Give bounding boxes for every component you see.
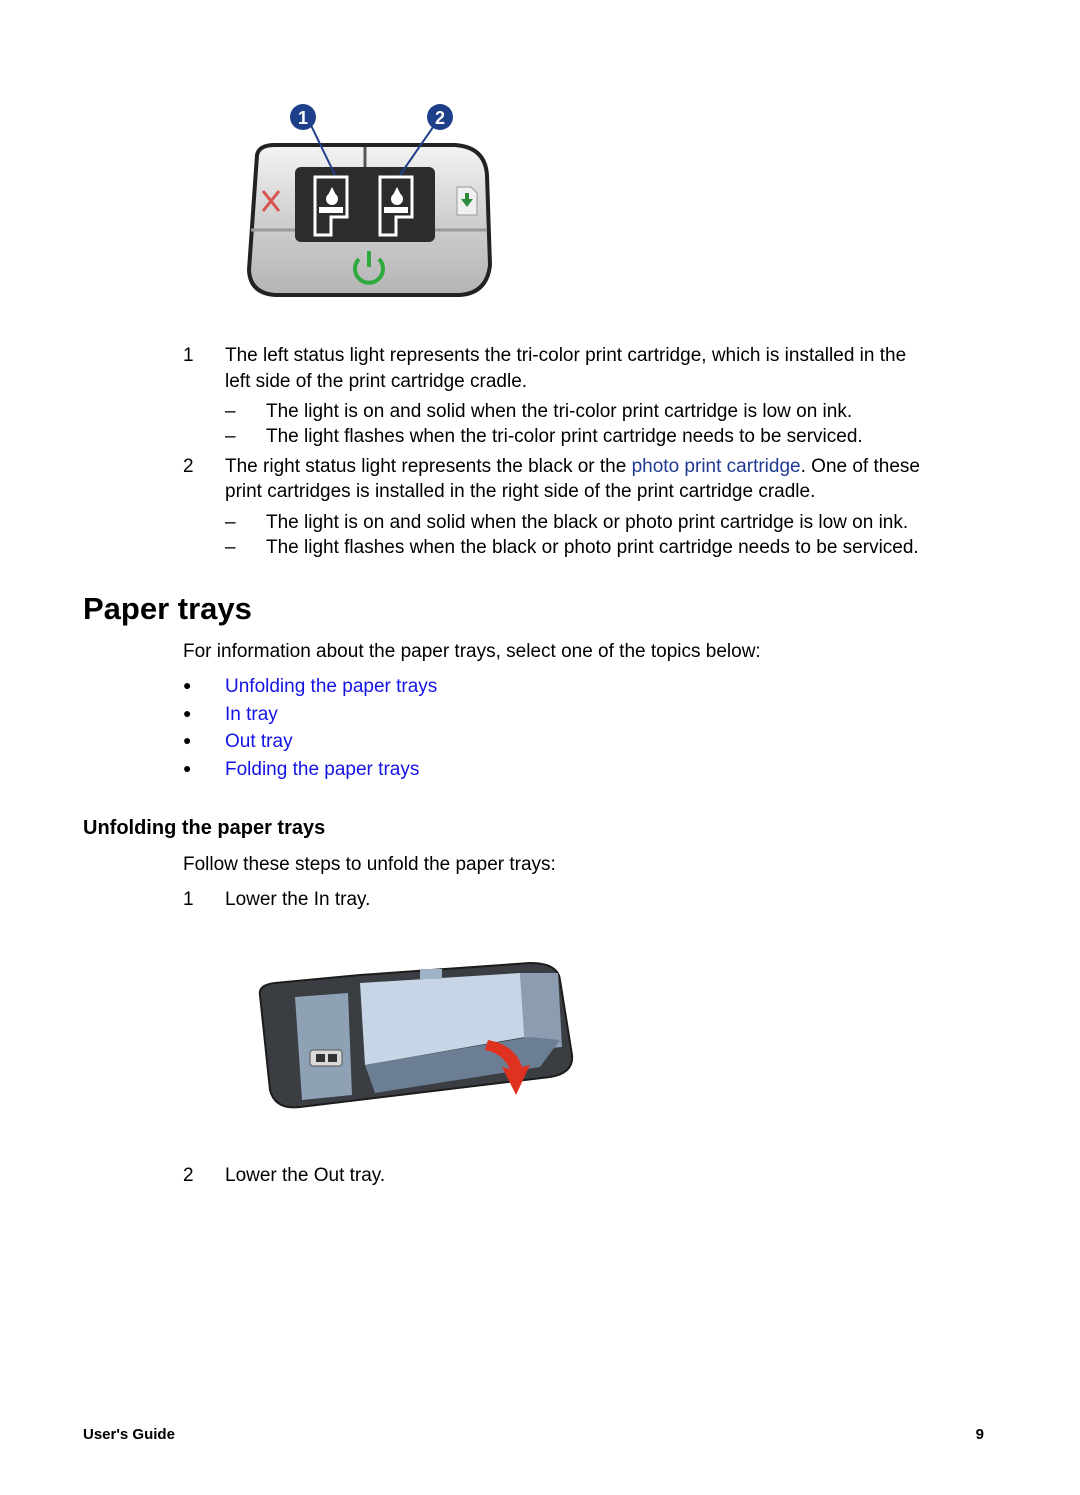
- bullet: ●: [183, 760, 192, 776]
- bullet: ●: [183, 677, 192, 693]
- footer-guide-title: User's Guide: [83, 1426, 175, 1443]
- printer-in-tray-figure: [240, 955, 585, 1115]
- subitem-text: The light is on and solid when the black…: [266, 512, 909, 533]
- step-text: Lower the Out tray.: [225, 1165, 386, 1186]
- dash: –: [225, 426, 236, 447]
- svg-text:2: 2: [435, 108, 445, 128]
- step-number: 2: [183, 1165, 194, 1186]
- section-title: Paper trays: [83, 591, 252, 626]
- subitem-text: The light flashes when the black or phot…: [266, 537, 919, 558]
- subsection-intro: Follow these steps to unfold the paper t…: [183, 854, 556, 875]
- link-out-tray[interactable]: Out tray: [225, 729, 293, 754]
- step-text: Lower the In tray.: [225, 889, 371, 910]
- callout-1: 1: [290, 104, 316, 130]
- dash: –: [225, 537, 236, 558]
- dash: –: [225, 401, 236, 422]
- link-folding-paper-trays[interactable]: Folding the paper trays: [225, 757, 419, 782]
- item-text: left side of the print cartridge cradle.: [225, 371, 528, 392]
- item-text: print cartridges is installed in the rig…: [225, 481, 816, 502]
- subsection-title: Unfolding the paper trays: [83, 817, 326, 839]
- bullet: ●: [183, 705, 192, 721]
- item-number: 1: [183, 345, 194, 366]
- link-unfolding-paper-trays[interactable]: Unfolding the paper trays: [225, 674, 437, 699]
- subitem-text: The light flashes when the tri-color pri…: [266, 426, 863, 447]
- step-number: 1: [183, 889, 194, 910]
- dash: –: [225, 512, 236, 533]
- item-text: The right status light represents the bl…: [225, 454, 920, 479]
- item-text: The left status light represents the tri…: [225, 345, 907, 366]
- control-panel-figure: 1 2: [235, 95, 495, 305]
- page-number: 9: [975, 1426, 984, 1443]
- item-number: 2: [183, 456, 194, 477]
- text-segment: The right status light represents the bl…: [225, 456, 632, 477]
- photo-print-cartridge-link[interactable]: photo print cartridge: [632, 456, 801, 477]
- callout-2: 2: [427, 104, 453, 130]
- bullet: ●: [183, 732, 192, 748]
- resume-icon: [456, 186, 478, 216]
- section-intro: For information about the paper trays, s…: [183, 641, 761, 662]
- link-in-tray[interactable]: In tray: [225, 702, 278, 727]
- subitem-text: The light is on and solid when the tri-c…: [266, 401, 853, 422]
- text-segment: . One of these: [800, 456, 920, 477]
- svg-text:1: 1: [298, 108, 308, 128]
